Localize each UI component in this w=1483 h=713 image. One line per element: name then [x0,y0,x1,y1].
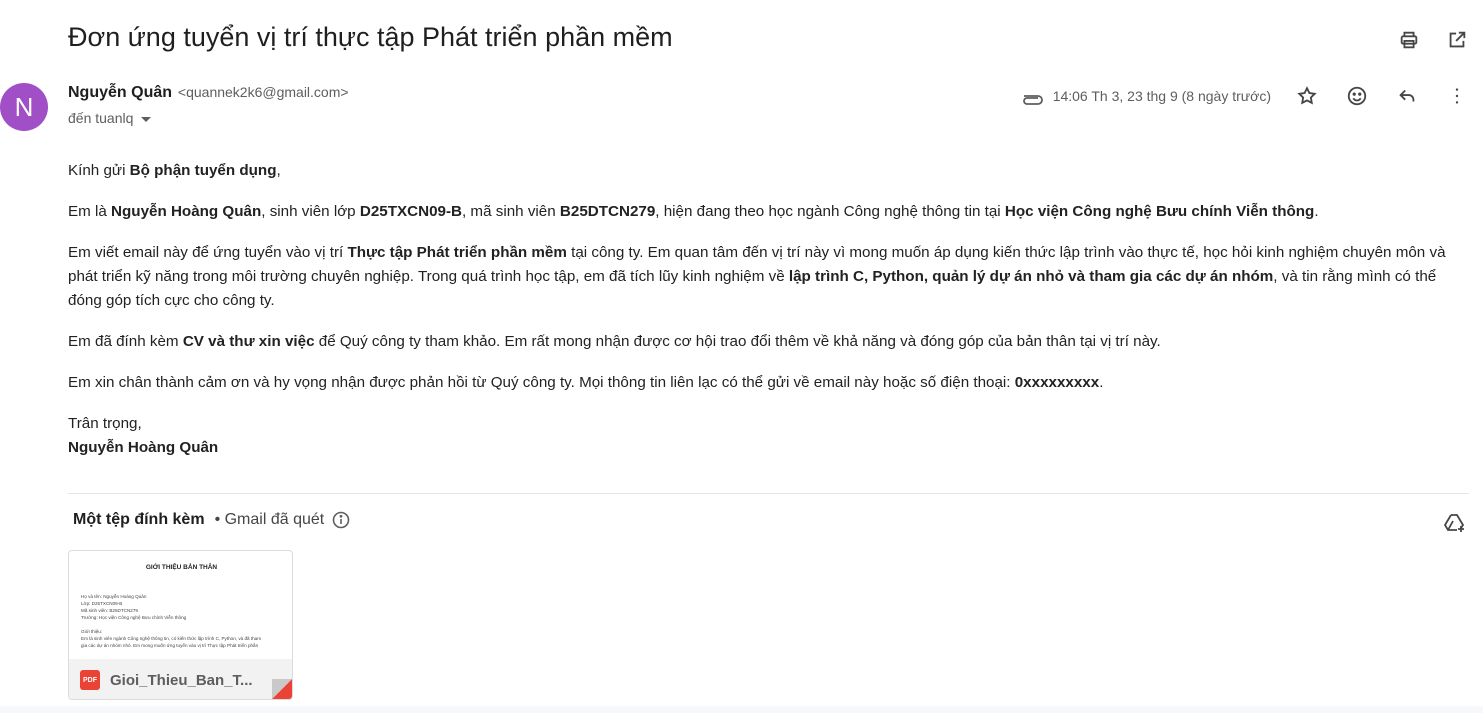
greeting: Kính gửi Bộ phận tuyển dụng, [68,162,281,179]
preview-line: Lớp: D25TXCN09-B [81,601,123,606]
star-icon[interactable] [1295,84,1319,108]
attachment-file-name: Gioi_Thieu_Ban_T... [110,671,253,689]
scan-note: • Gmail đã quét [214,511,325,528]
preview-line: Trường: Học viện Công nghệ Bưu chính Viễ… [81,615,187,620]
sender-name[interactable]: Nguyễn Quân [68,84,172,101]
message-meta: 14:06 Th 3, 23 thg 9 (8 ngày trước) [1021,84,1469,108]
sender-line: Nguyễn Quân <quannek2k6@gmail.com> [68,84,349,102]
recipient-label: đến tuanlq [68,110,134,126]
attachments-header: Một tệp đính kèm • Gmail đã quét [73,511,350,529]
signature-block: Trân trọng, Nguyễn Hoàng Quân [68,412,1448,460]
paragraph-thanks: Em xin chân thành cảm ơn và hy vọng nhận… [68,374,1104,391]
message-date: 14:06 Th 3, 23 thg 9 (8 ngày trước) [1052,88,1271,104]
info-icon[interactable] [332,511,350,529]
attachments-title: Một tệp đính kèm [73,511,205,528]
top-actions [1397,28,1469,52]
email-view: Đơn ứng tuyển vị trí thực tập Phát triển… [0,0,1483,713]
email-body: Kính gửi Bộ phận tuyển dụng, Em là Nguyễ… [68,159,1448,460]
recipient-line[interactable]: đến tuanlq [68,110,152,126]
email-subject: Đơn ứng tuyển vị trí thực tập Phát triển… [68,22,673,52]
sender-email: <quannek2k6@gmail.com> [177,84,349,100]
more-vertical-icon[interactable] [1445,84,1469,108]
preview-title: GIỚI THIỆU BẢN THÂN [145,564,218,571]
closing: Trân trọng, [68,415,142,432]
preview-line: Em là sinh viên ngành Công nghệ thông ti… [81,636,262,641]
paperclip-icon [1021,86,1045,106]
preview-line: Mã sinh viên: B25DTCN279 [81,608,138,613]
bottom-strip [0,706,1483,713]
attachment-preview: GIỚI THIỆU BẢN THÂN Họ và tên: Nguyễn Ho… [69,551,292,659]
open-in-new-window-icon[interactable] [1445,28,1469,52]
avatar[interactable]: N [0,83,48,131]
add-to-drive-icon[interactable] [1443,511,1467,535]
chevron-down-icon[interactable] [141,116,152,122]
attachment-card[interactable]: GIỚI THIỆU BẢN THÂN Họ và tên: Nguyễn Ho… [68,550,293,700]
pdf-icon: PDF [80,670,100,690]
preview-line: Giới thiệu: [81,629,103,634]
signature-name: Nguyễn Hoàng Quân [68,439,219,456]
reply-icon[interactable] [1395,84,1419,108]
print-icon[interactable] [1397,28,1421,52]
divider [68,493,1469,494]
paragraph-attachment-note: Em đã đính kèm CV và thư xin việc để Quý… [68,333,1161,350]
paragraph-intro: Em là Nguyễn Hoàng Quân, sinh viên lớp D… [68,203,1319,220]
preview-line: gia các dự án nhóm nhỏ. Em mong muốn ứng… [81,643,259,648]
preview-line: Họ và tên: Nguyễn Hoàng Quân [81,594,147,599]
file-corner-fold-icon [272,679,292,699]
emoji-reaction-icon[interactable] [1345,84,1369,108]
paragraph-motivation: Em viết email này để ứng tuyển vào vị tr… [68,244,1446,309]
